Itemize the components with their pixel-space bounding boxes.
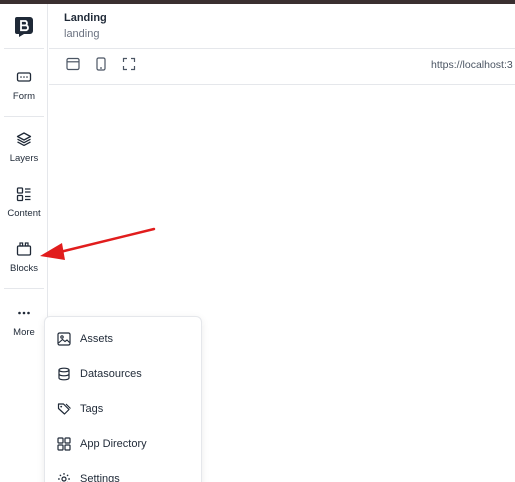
sidebar-divider — [4, 288, 44, 289]
blocks-icon — [15, 240, 33, 258]
tags-icon — [57, 402, 71, 416]
gear-icon — [57, 472, 71, 482]
sidebar-item-form[interactable]: Form — [0, 68, 48, 118]
preview-url[interactable]: https://localhost:3 — [431, 59, 513, 71]
sidebar-divider — [4, 48, 44, 49]
image-icon — [57, 332, 71, 346]
menu-item-label: App Directory — [80, 438, 147, 450]
mobile-device-icon — [94, 56, 108, 76]
grid-icon — [57, 437, 71, 451]
menu-item-datasources[interactable]: Datasources — [45, 359, 201, 389]
sidebar-divider — [4, 116, 44, 117]
menu-item-assets[interactable]: Assets — [45, 324, 201, 354]
menu-item-app-directory[interactable]: App Directory — [45, 429, 201, 459]
sidebar-item-content[interactable]: Content — [0, 185, 48, 235]
menu-item-tags[interactable]: Tags — [45, 394, 201, 424]
sidebar-item-label: Content — [7, 208, 41, 219]
sidebar-item-label: Blocks — [10, 263, 38, 274]
preview-toolbar: https://localhost:3 — [49, 49, 515, 85]
page-header: Landing landing — [49, 4, 515, 49]
layers-icon — [15, 130, 33, 148]
menu-item-label: Tags — [80, 403, 104, 415]
left-sidebar: Form Layers Content Blocks More — [0, 4, 48, 482]
sidebar-item-more[interactable]: More — [0, 304, 48, 354]
database-icon — [57, 367, 71, 381]
menu-item-settings[interactable]: Settings — [45, 464, 201, 482]
fullscreen-icon — [122, 57, 136, 76]
brand-b-icon[interactable] — [12, 15, 36, 39]
sidebar-item-label: Layers — [9, 153, 39, 164]
sidebar-item-blocks[interactable]: Blocks — [0, 240, 48, 290]
desktop-view-button[interactable] — [65, 57, 81, 76]
sidebar-item-label: Form — [12, 91, 36, 102]
form-icon — [15, 68, 33, 86]
sidebar-item-layers[interactable]: Layers — [0, 130, 48, 180]
page-title: Landing — [64, 12, 107, 24]
mobile-view-button[interactable] — [93, 56, 109, 76]
page-slug: landing — [64, 28, 100, 40]
app-window: Form Layers Content Blocks More Landing … — [0, 0, 515, 482]
menu-item-label: Assets — [80, 333, 114, 345]
more-menu-popup: Assets Datasources Tags App Directory Se… — [44, 316, 202, 482]
content-icon — [15, 185, 33, 203]
menu-item-label: Datasources — [80, 368, 142, 380]
sidebar-item-label: More — [13, 327, 35, 338]
menu-item-label: Settings — [80, 473, 120, 482]
more-icon — [15, 304, 33, 322]
fullscreen-button[interactable] — [121, 57, 137, 76]
browser-window-icon — [66, 57, 80, 76]
